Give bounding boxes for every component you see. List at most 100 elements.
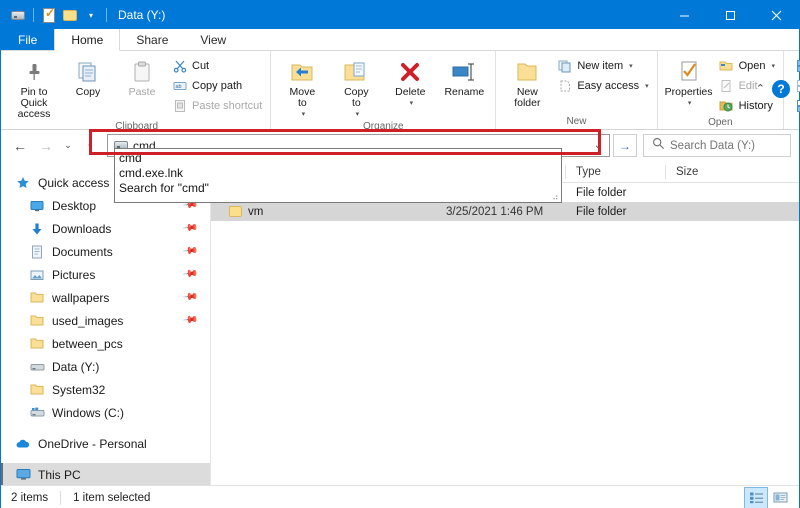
sidebar-label: Documents [52,244,113,259]
sidebar-item-pictures[interactable]: Pictures 📌 [1,263,210,286]
address-autocomplete-dropdown: cmd cmd.exe.lnk Search for "cmd" [114,148,562,203]
sidebar-item-downloads[interactable]: Downloads 📌 [1,217,210,240]
new-folder-button[interactable]: New folder [500,54,554,109]
group-label-new: New [566,116,587,127]
resize-grip-icon[interactable] [550,192,559,201]
paste-icon [130,57,154,87]
up-button[interactable]: ↑ [77,133,103,159]
paste-button[interactable]: Paste [115,54,169,98]
select-none-button[interactable]: Select none [792,76,800,96]
open-button[interactable]: Open ▾ [716,56,779,76]
sidebar-item-this-pc[interactable]: This PC [1,463,210,485]
chevron-down-icon: ▾ [629,63,633,70]
edit-icon [718,79,735,93]
tab-share[interactable]: Share [120,29,184,50]
tab-home[interactable]: Home [54,29,121,51]
sidebar-label: Downloads [52,221,112,236]
help-button[interactable]: ? [772,80,790,98]
copy-to-button[interactable]: Copy to ▾ [329,54,383,120]
sidebar-label: This PC [38,467,81,482]
pin-icon [23,57,45,87]
easy-access-button[interactable]: Easy access ▾ [554,76,652,96]
recent-locations-button[interactable]: ⌄ [59,133,77,159]
close-button[interactable] [753,1,799,29]
scissors-icon [171,59,188,73]
sidebar-item-windows-c[interactable]: Windows (C:) [1,401,210,424]
search-box[interactable] [643,134,791,157]
properties-label: Properties [664,86,713,98]
table-row[interactable]: vm 3/25/2021 1:46 PM File folder [211,202,799,221]
pin-to-quick-access-button[interactable]: Pin to Quick access [7,54,61,120]
new-folder-icon[interactable] [61,6,79,24]
clipboard-small-commands: Cut ab Copy path Paste shortcut [169,54,266,116]
autocomplete-item[interactable]: cmd.exe.lnk [115,166,561,181]
folder-icon [27,291,47,304]
qat-divider [33,8,34,22]
drive-icon[interactable] [9,6,27,24]
pin-icon: 📌 [181,312,199,329]
paste-shortcut-button[interactable]: Paste shortcut [169,96,266,116]
delete-button[interactable]: Delete ▾ [383,54,437,109]
chevron-down-icon[interactable]: ⌄ [587,135,609,156]
sidebar-item-used-images[interactable]: used_images 📌 [1,309,210,332]
properties-icon[interactable] [40,6,58,24]
svg-text:ab: ab [175,84,181,90]
autocomplete-item[interactable]: cmd [115,151,561,166]
invert-selection-icon [794,99,800,113]
copy-path-button[interactable]: ab Copy path [169,76,266,96]
sidebar-item-between-pcs[interactable]: between_pcs [1,332,210,355]
large-icons-view-icon[interactable] [769,488,791,508]
maximize-button[interactable] [707,1,753,29]
tab-file[interactable]: File [1,29,55,50]
new-item-button[interactable]: New item ▾ [554,56,652,76]
rename-button[interactable]: Rename [437,54,491,98]
details-view-icon[interactable] [744,486,768,508]
easy-access-icon [556,79,573,93]
properties-button[interactable]: Properties ▾ [662,54,716,109]
select-all-button[interactable]: Select all [792,56,800,76]
open-small-commands: Open ▾ Edit History [716,54,779,116]
invert-selection-button[interactable]: Invert selection [792,96,800,116]
sidebar-item-wallpapers[interactable]: wallpapers 📌 [1,286,210,309]
column-header-type[interactable]: Type [566,161,666,183]
search-input[interactable] [670,139,778,152]
select-small-commands: Select all Select none Invert selection [788,54,800,116]
minimize-button[interactable] [661,1,707,29]
title-bar: ▾ Data (Y:) [1,1,799,29]
cell-type: File folder [576,205,627,218]
tab-view[interactable]: View [184,29,242,50]
forward-button[interactable]: → [33,133,59,159]
delete-label: Delete [395,86,426,98]
sidebar-label: Pictures [52,267,96,282]
history-button[interactable]: History [716,96,779,116]
ribbon: Pin to Quick access Copy Paste Cut ab Co… [1,51,800,132]
desktop-icon [27,199,47,213]
open-folder-icon [718,59,735,73]
main-body: Quick access Desktop 📌 Downloads 📌 Docum… [1,161,799,485]
file-list-pane: Name Date modified Type Size File folder… [211,161,799,485]
customize-caret-icon[interactable]: ▾ [82,6,100,24]
copy-button[interactable]: Copy [61,54,115,98]
column-header-size[interactable]: Size [666,161,746,183]
search-icon [652,137,665,155]
sidebar-item-system32[interactable]: System32 [1,378,210,401]
move-to-button[interactable]: Move to ▾ [275,54,329,120]
go-button[interactable]: → [613,134,637,157]
window-title: Data (Y:) [118,8,166,22]
new-item-icon [556,59,573,73]
new-item-label: New item [577,60,624,72]
ribbon-tabstrip: File Home Share View [1,29,799,51]
back-button[interactable]: ← [7,133,33,159]
sidebar-item-documents[interactable]: Documents 📌 [1,240,210,263]
paste-shortcut-label: Paste shortcut [192,100,263,112]
sidebar-item-onedrive[interactable]: OneDrive - Personal [1,432,210,455]
cut-label: Cut [192,60,210,72]
cut-button[interactable]: Cut [169,56,266,76]
edit-button[interactable]: Edit [716,76,779,96]
chevron-down-icon: ▾ [645,83,649,90]
sidebar-item-data-y[interactable]: Data (Y:) [1,355,210,378]
star-icon [13,176,33,190]
pin-icon: 📌 [181,243,199,260]
autocomplete-item[interactable]: Search for "cmd" [115,181,561,196]
collapse-ribbon-button[interactable]: ⌃ [756,82,765,95]
